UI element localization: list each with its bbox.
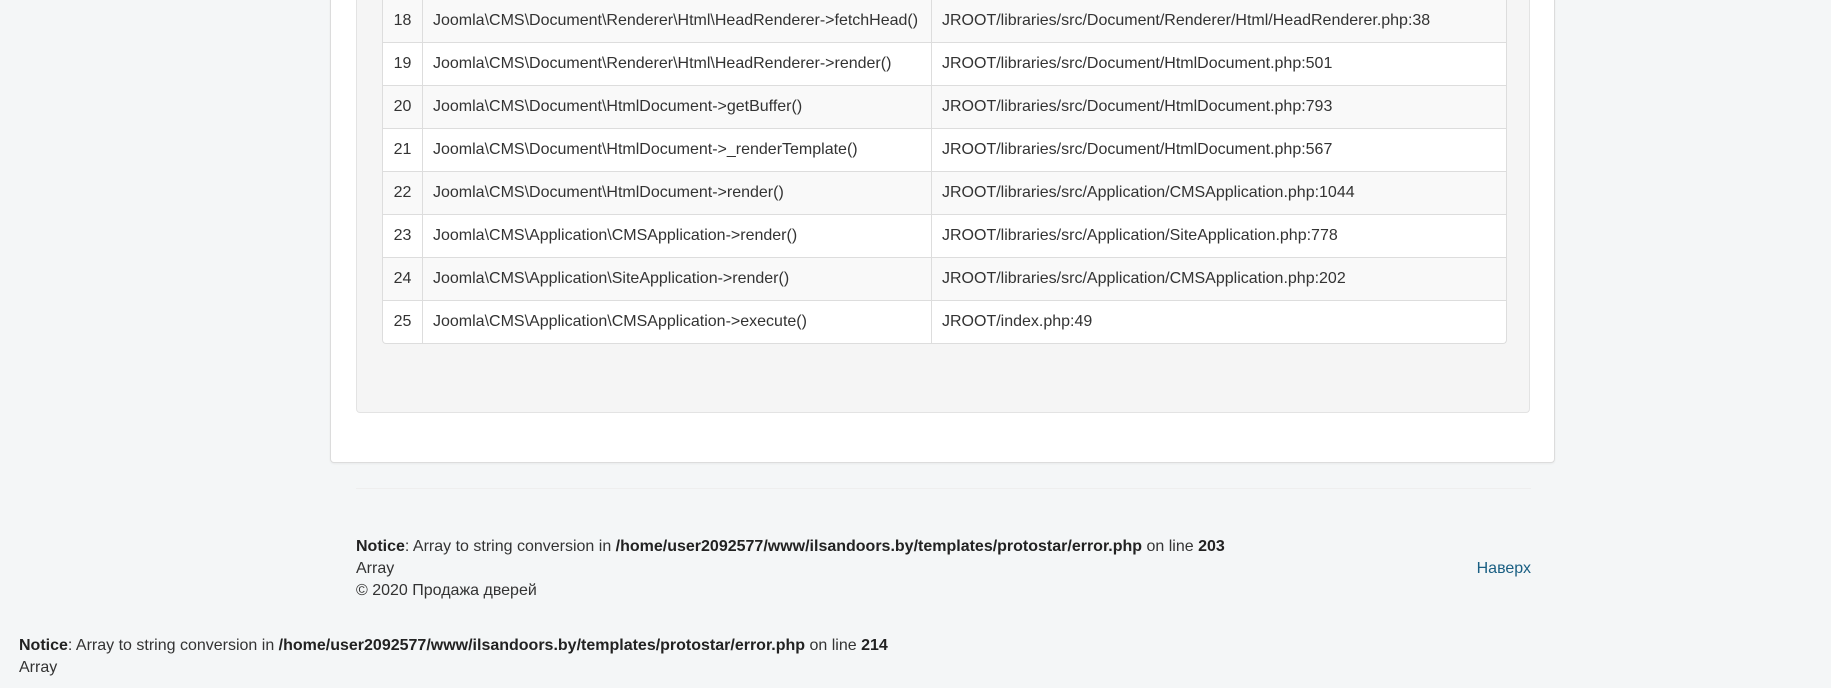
location-cell: JROOT/libraries/src/Document/HtmlDocumen… — [931, 128, 1506, 171]
call-stack-table: 18 Joomla\CMS\Document\Renderer\Html\Hea… — [382, 0, 1507, 344]
location-cell: JROOT/libraries/src/Document/HtmlDocumen… — [931, 42, 1506, 85]
location-cell: JROOT/libraries/src/Application/CMSAppli… — [931, 171, 1506, 214]
function-cell: Joomla\CMS\Document\HtmlDocument->render… — [422, 171, 931, 214]
error-page-card: 18 Joomla\CMS\Document\Renderer\Html\Hea… — [330, 0, 1555, 463]
location-cell: JROOT/libraries/src/Document/Renderer/Ht… — [931, 0, 1506, 42]
notice-line-number: 203 — [1198, 538, 1225, 555]
table-row: 20 Joomla\CMS\Document\HtmlDocument->get… — [383, 85, 1506, 128]
table-row: 19 Joomla\CMS\Document\Renderer\Html\Hea… — [383, 42, 1506, 85]
table-row: 24 Joomla\CMS\Application\SiteApplicatio… — [383, 257, 1506, 300]
table-row: 25 Joomla\CMS\Application\CMSApplication… — [383, 300, 1506, 343]
notice-text: : Array to string conversion in — [404, 538, 616, 555]
footer-divider — [356, 488, 1531, 489]
row-number: 21 — [383, 128, 422, 171]
back-to-top-link[interactable]: Наверх — [1477, 558, 1531, 580]
function-cell: Joomla\CMS\Document\Renderer\Html\HeadRe… — [422, 0, 931, 42]
table-row: 23 Joomla\CMS\Application\CMSApplication… — [383, 214, 1506, 257]
location-cell: JROOT/libraries/src/Application/CMSAppli… — [931, 257, 1506, 300]
row-number: 18 — [383, 0, 422, 42]
copyright-text: © 2020 Продажа дверей — [356, 582, 537, 599]
table-row: 21 Joomla\CMS\Document\HtmlDocument->_re… — [383, 128, 1506, 171]
trace-well: 18 Joomla\CMS\Document\Renderer\Html\Hea… — [356, 0, 1530, 413]
notice-message: Notice: Array to string conversion in /h… — [19, 635, 888, 657]
function-cell: Joomla\CMS\Application\CMSApplication->e… — [422, 300, 931, 343]
row-number: 24 — [383, 257, 422, 300]
function-cell: Joomla\CMS\Document\HtmlDocument->getBuf… — [422, 85, 931, 128]
notice-on-line: on line — [1142, 538, 1199, 555]
notice-on-line: on line — [805, 637, 862, 654]
array-text: Array — [356, 560, 395, 577]
function-cell: Joomla\CMS\Document\Renderer\Html\HeadRe… — [422, 42, 931, 85]
notice-message: Notice: Array to string conversion in /h… — [356, 536, 1531, 558]
location-cell: JROOT/index.php:49 — [931, 300, 1506, 343]
location-cell: JROOT/libraries/src/Document/HtmlDocumen… — [931, 85, 1506, 128]
table-row: 22 Joomla\CMS\Document\HtmlDocument->ren… — [383, 171, 1506, 214]
bottom-notice: Notice: Array to string conversion in /h… — [19, 635, 888, 679]
function-cell: Joomla\CMS\Document\HtmlDocument->_rende… — [422, 128, 931, 171]
row-number: 22 — [383, 171, 422, 214]
location-cell: JROOT/libraries/src/Application/SiteAppl… — [931, 214, 1506, 257]
row-number: 23 — [383, 214, 422, 257]
row-number: 20 — [383, 85, 422, 128]
notice-label: Notice — [19, 637, 68, 654]
notice-line-number: 214 — [861, 637, 888, 654]
function-cell: Joomla\CMS\Application\CMSApplication->r… — [422, 214, 931, 257]
array-text: Array — [19, 659, 58, 676]
function-cell: Joomla\CMS\Application\SiteApplication->… — [422, 257, 931, 300]
row-number: 25 — [383, 300, 422, 343]
table-row: 18 Joomla\CMS\Document\Renderer\Html\Hea… — [383, 0, 1506, 42]
notice-label: Notice — [356, 538, 405, 555]
notice-text: : Array to string conversion in — [67, 637, 279, 654]
row-number: 19 — [383, 42, 422, 85]
notice-path: /home/user2092577/www/ilsandoors.by/temp… — [615, 538, 1143, 555]
page-footer: Notice: Array to string conversion in /h… — [356, 536, 1531, 602]
notice-path: /home/user2092577/www/ilsandoors.by/temp… — [278, 637, 806, 654]
